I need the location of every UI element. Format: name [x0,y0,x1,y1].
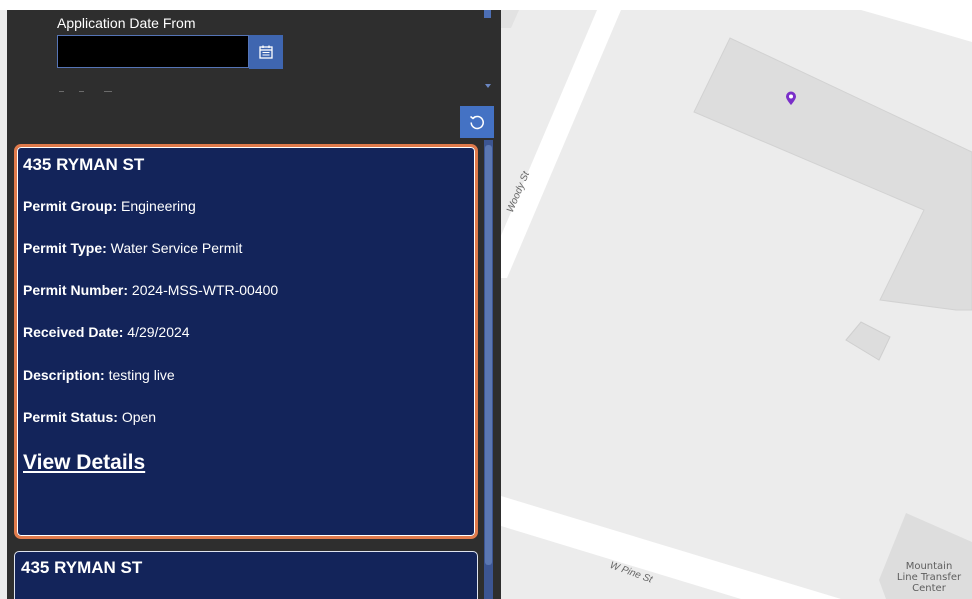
poi-label-line: Center [912,583,946,594]
filter-scrollbar-thumb[interactable] [484,10,491,18]
field-value: 2024-MSS-WTR-00400 [131,282,279,298]
field-label: Permit Group: [23,198,118,214]
calendar-icon [259,45,273,59]
small-building [845,321,891,361]
woody-st-road [501,10,621,278]
description: Description: testing live [23,367,175,383]
field-label: Received Date: [23,324,124,340]
field-value: Water Service Permit [110,240,243,256]
received-date: Received Date: 4/29/2024 [23,324,190,340]
calendar-button[interactable] [249,35,283,69]
map-view[interactable]: Woody St W Pine St Mountain Line Transfe… [501,10,972,599]
field-value: Open [121,409,157,425]
map-pin-icon [786,91,796,105]
field-label: Permit Status: [23,409,118,425]
result-address: 435 RYMAN ST [23,155,145,174]
result-address: 435 RYMAN ST [21,558,143,577]
permit-status: Permit Status: Open [23,409,156,425]
poi-label-line: Line Transfer [896,572,962,583]
reset-icon [470,115,484,130]
top-right-road [861,10,972,42]
result-card[interactable]: 435 RYMAN ST [14,551,478,599]
application-date-from-input[interactable] [57,35,249,68]
poi-label-line: Mountain [905,561,953,572]
field-value: Engineering [121,198,196,214]
truncated-filter-label [59,91,119,95]
poi-label: Mountain Line Transfer Center [886,561,972,594]
field-label: Permit Number: [23,282,129,298]
field-label: Description: [23,367,105,383]
field-value: 4/29/2024 [127,324,190,340]
result-card[interactable]: 435 RYMAN ST Permit Group: Engineering P… [14,144,478,539]
application-date-from-label: Application Date From [57,15,196,31]
map-canvas [501,10,972,599]
filter-scroll-down-icon[interactable] [485,84,491,88]
building-footprint [693,37,972,311]
view-details-link[interactable]: View Details [23,451,145,475]
field-label: Permit Type: [23,240,107,256]
permit-number: Permit Number: 2024-MSS-WTR-00400 [23,282,278,298]
w-pine-st-road [501,496,841,599]
permit-group: Permit Group: Engineering [23,198,196,214]
field-value: testing live [108,367,175,383]
reset-button[interactable] [460,106,494,138]
results-scrollbar-thumb[interactable] [485,145,492,565]
permit-type: Permit Type: Water Service Permit [23,240,242,256]
top-strip [0,0,972,10]
results-panel: Application Date From 435 RYMAN ST Permi… [7,10,501,599]
minor-road [501,10,519,28]
